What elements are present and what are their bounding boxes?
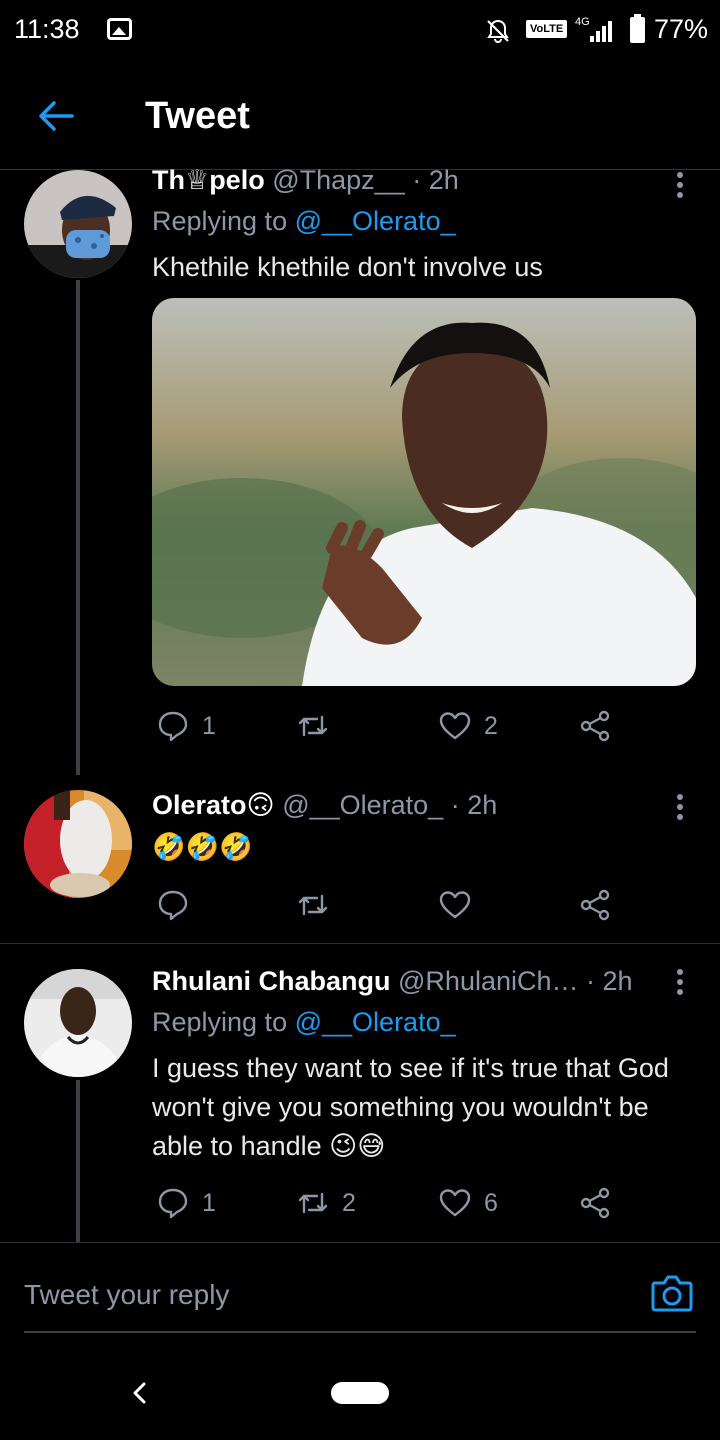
nav-home-pill[interactable] (331, 1382, 389, 1404)
share-icon (580, 710, 610, 742)
reply-button[interactable] (156, 885, 202, 925)
avatar[interactable] (24, 790, 132, 898)
avatar[interactable] (24, 969, 132, 1077)
tweet-header: Th♕pelo @Thapz__ · 2h (152, 165, 459, 196)
like-button[interactable]: 2 (438, 706, 498, 746)
user-handle: @RhulaniCh… (398, 966, 579, 996)
volte-badge: VoLTE (526, 20, 568, 38)
reply-icon (158, 890, 188, 921)
network-type: 4G (575, 16, 590, 28)
retweet-count: 2 (342, 1188, 356, 1217)
retweet-button[interactable] (296, 885, 342, 925)
status-bar: 11:38 VoLTE 4G 77% (0, 0, 720, 62)
tweet-olerato[interactable]: Olerato🙃 @__Olerato_ · 2h 🤣🤣🤣 (0, 780, 720, 942)
retweet-icon (298, 1192, 328, 1214)
share-icon (580, 889, 610, 921)
reply-button[interactable]: 1 (156, 706, 216, 746)
heart-icon (439, 712, 471, 740)
retweet-icon (298, 894, 328, 916)
battery-percent: 77% (654, 14, 709, 44)
reply-composer (24, 1255, 696, 1333)
reply-icon (158, 711, 188, 742)
mention-link[interactable]: @__Olerato_ (295, 206, 456, 236)
thread-line (76, 280, 80, 775)
tweet-actions: 1 2 (152, 706, 652, 746)
like-count: 6 (484, 1188, 498, 1217)
tweet-text: Khethile khethile don't involve us (152, 252, 543, 282)
reply-input[interactable] (24, 1273, 624, 1317)
app-header: Tweet (0, 62, 720, 170)
reply-icon (158, 1188, 188, 1219)
system-nav-bar (0, 1350, 720, 1440)
tweet-actions (152, 885, 652, 925)
mute-icon (487, 19, 509, 43)
reply-button[interactable]: 1 (156, 1183, 216, 1223)
like-button[interactable]: 6 (438, 1183, 498, 1223)
retweet-button[interactable] (296, 706, 342, 746)
signal-icon (590, 18, 620, 42)
share-icon (580, 1187, 610, 1219)
tweet-media-image[interactable] (152, 298, 696, 686)
replying-to: Replying to @__Olerato_ (152, 1007, 456, 1038)
replying-to: Replying to @__Olerato_ (152, 206, 456, 237)
display-name[interactable]: Olerato🙃 (152, 790, 275, 820)
display-name[interactable]: Rhulani Chabangu (152, 966, 391, 996)
more-options-icon[interactable] (676, 170, 684, 200)
arrow-left-icon[interactable] (36, 96, 76, 136)
reply-count: 1 (202, 1188, 216, 1217)
heart-icon (439, 891, 471, 919)
tweet-actions: 1 2 6 (152, 1183, 652, 1223)
gallery-icon (107, 18, 132, 40)
battery-icon (630, 14, 645, 43)
reply-count: 1 (202, 711, 216, 740)
replying-prefix: Replying to (152, 206, 288, 236)
more-options-icon[interactable] (676, 792, 684, 822)
status-time: 11:38 (14, 14, 80, 44)
camera-icon[interactable] (650, 1273, 694, 1313)
like-count: 2 (484, 711, 498, 740)
share-button[interactable] (578, 885, 612, 925)
share-button[interactable] (578, 706, 612, 746)
tweet-header: Olerato🙃 @__Olerato_ · 2h (152, 790, 497, 821)
tweet-text: I guess they want to see if it's true th… (152, 1053, 669, 1161)
tweet-time: · 2h (450, 790, 498, 820)
tweet-thapz[interactable]: Th♕pelo @Thapz__ · 2h Replying to @__Ole… (0, 160, 720, 780)
user-handle: @Thapz__ (272, 165, 405, 195)
heart-icon (439, 1189, 471, 1217)
nav-back-icon[interactable] (126, 1378, 154, 1408)
retweet-icon (298, 715, 328, 737)
thread-line (76, 1080, 80, 1242)
mention-link[interactable]: @__Olerato_ (295, 1007, 456, 1037)
divider (0, 943, 720, 944)
retweet-button[interactable]: 2 (296, 1183, 356, 1223)
tweet-header: Rhulani Chabangu @RhulaniCh… · 2h (152, 966, 633, 997)
tweet-rhulani[interactable]: Rhulani Chabangu @RhulaniCh… · 2h Replyi… (0, 960, 720, 1242)
tweet-text: 🤣🤣🤣 (152, 832, 253, 862)
tweet-time: · 2h (586, 966, 633, 996)
avatar[interactable] (24, 170, 132, 278)
divider (0, 1242, 720, 1243)
page-title: Tweet (145, 95, 250, 137)
user-handle: @__Olerato_ (282, 790, 444, 820)
like-button[interactable] (438, 885, 484, 925)
more-options-icon[interactable] (676, 967, 684, 997)
replying-prefix: Replying to (152, 1007, 288, 1037)
display-name[interactable]: Th♕pelo (152, 165, 265, 195)
tweet-time: · 2h (412, 165, 459, 195)
share-button[interactable] (578, 1183, 612, 1223)
